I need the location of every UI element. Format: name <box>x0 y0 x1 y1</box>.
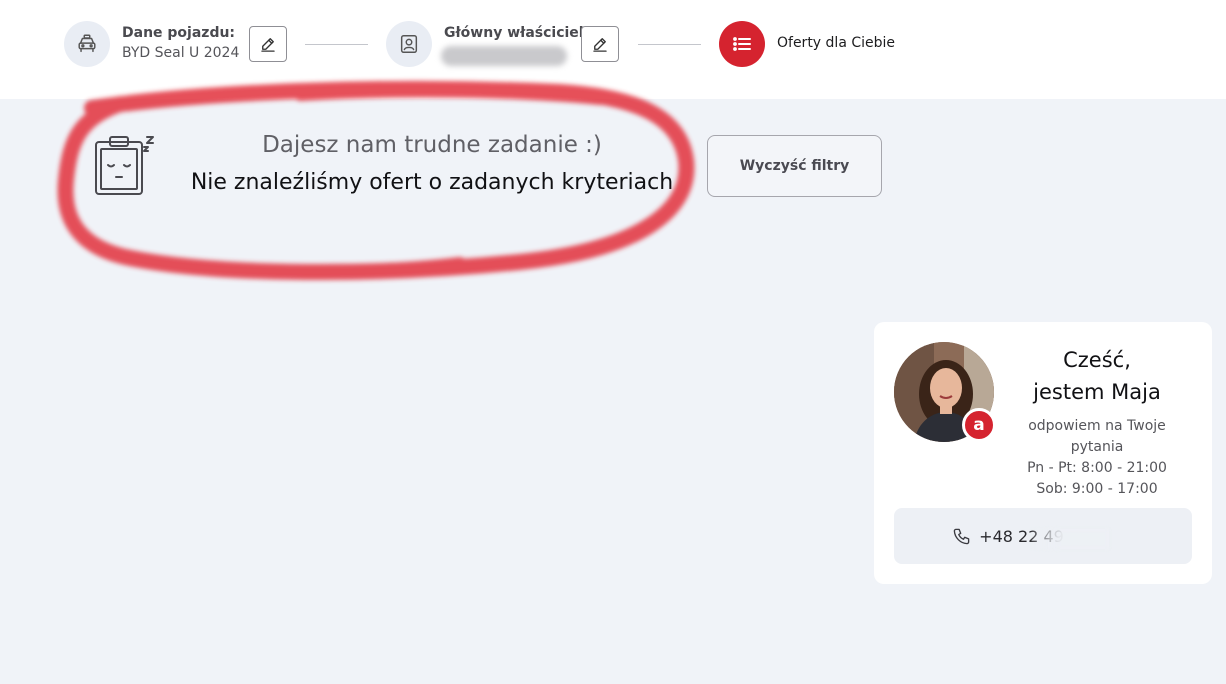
sleeping-clipboard-icon <box>91 134 159 202</box>
edit-vehicle-button[interactable] <box>249 26 287 62</box>
pencil-icon <box>261 38 275 52</box>
phone-redaction <box>1031 528 1110 549</box>
greeting-line-2: jestem Maja <box>1033 380 1161 404</box>
agent-availability: odpowiem na Twoje pytania Pn - Pt: 8:00 … <box>1002 416 1192 500</box>
step-connector <box>305 44 368 45</box>
call-agent-button[interactable]: +48 22 49 <box>894 508 1192 564</box>
agent-contact-card: a Cześć, jestem Maja odpowiem na Twoje p… <box>874 322 1212 584</box>
car-icon <box>64 21 110 67</box>
owner-step-title: Główny właściciel: <box>444 25 590 41</box>
phone-icon <box>953 528 970 544</box>
id-card-icon <box>386 21 432 67</box>
list-icon <box>719 21 765 67</box>
progress-header: Dane pojazdu: BYD Seal U 2024 Główny wła… <box>0 0 1226 99</box>
edit-owner-button[interactable] <box>581 26 619 62</box>
agent-greeting: Cześć, jestem Maja <box>1014 344 1180 408</box>
step-connector <box>638 44 701 45</box>
clear-filters-button[interactable]: Wyczyść filtry <box>707 135 882 197</box>
availability-text: odpowiem na Twoje pytania <box>1028 418 1166 455</box>
agent-phone-number: +48 22 49 <box>979 527 1134 549</box>
vehicle-step-title: Dane pojazdu: <box>122 25 236 41</box>
empty-state-subtitle: Dajesz nam trudne zadanie :) <box>262 132 602 158</box>
pencil-icon <box>593 38 607 52</box>
hours-saturday: Sob: 9:00 - 17:00 <box>1036 481 1158 497</box>
greeting-line-1: Cześć, <box>1063 348 1131 372</box>
hours-weekdays: Pn - Pt: 8:00 - 21:00 <box>1027 460 1167 476</box>
owner-name-redacted <box>441 46 567 66</box>
offers-step-label: Oferty dla Ciebie <box>777 35 896 51</box>
vehicle-step-value: BYD Seal U 2024 <box>122 45 240 61</box>
empty-state-message: Nie znaleźliśmy ofert o zadanych kryteri… <box>190 170 674 195</box>
brand-logo-badge: a <box>962 408 996 442</box>
